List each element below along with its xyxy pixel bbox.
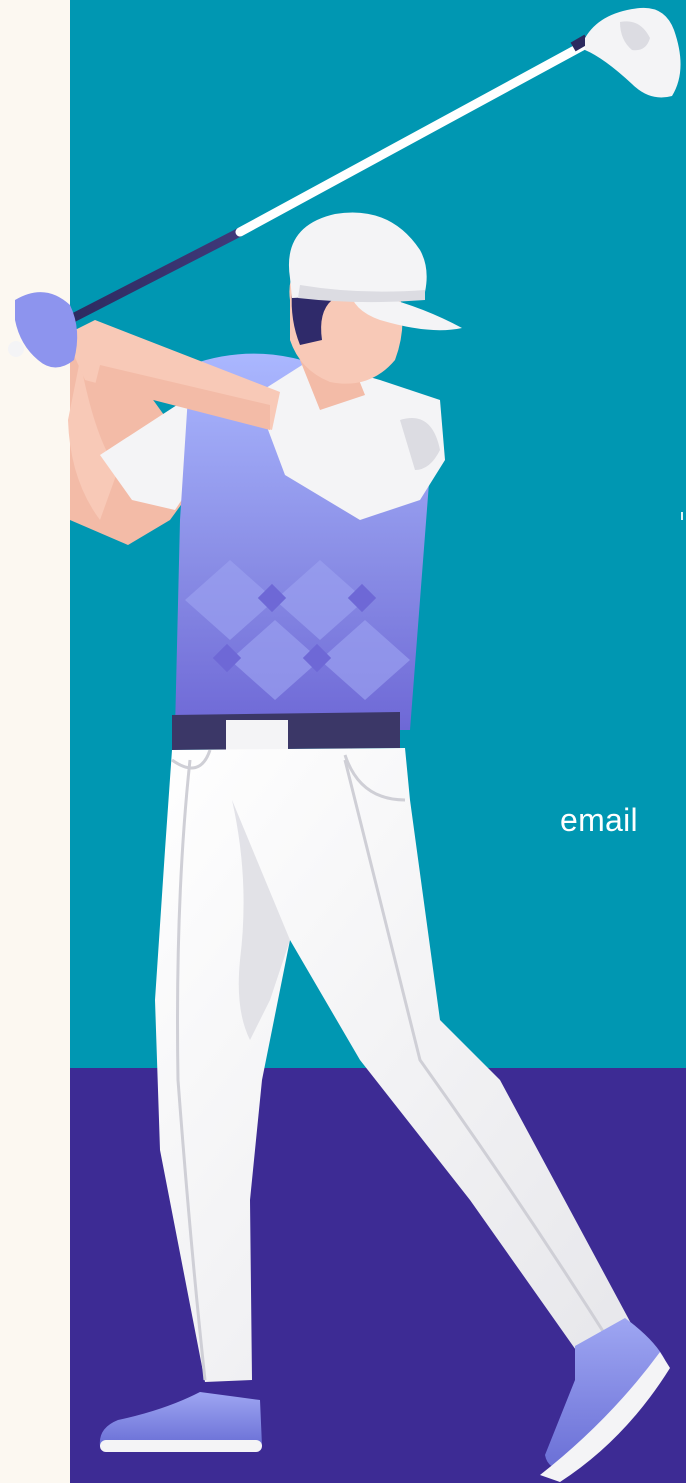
golfer-glove <box>8 292 78 368</box>
golfer-left-shoe <box>99 1392 263 1452</box>
golfer-right-shoe <box>540 1318 670 1482</box>
golfer-pants <box>155 748 640 1382</box>
golfer-belt <box>172 712 400 752</box>
page: email <box>0 0 686 1483</box>
golfer-illustration <box>8 7 681 1482</box>
